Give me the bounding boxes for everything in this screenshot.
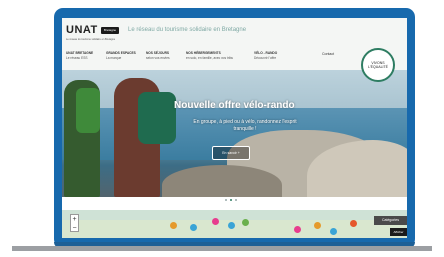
map-marker[interactable] [212, 218, 219, 225]
learn-more-button[interactable]: En savoir + [212, 146, 250, 160]
nav-item-unat-bretagne[interactable]: UNAT BRETAGNE Le réseau ESS [66, 51, 93, 60]
logo-badge: Bretagne [101, 27, 119, 34]
backpack [76, 88, 100, 133]
website-screen: UNAT Bretagne Le réseau du tourisme soli… [62, 18, 407, 238]
laptop-base [12, 246, 432, 251]
backpack [138, 92, 176, 144]
zoom-out-button[interactable]: − [71, 224, 78, 233]
map-marker[interactable] [190, 224, 197, 231]
site-tagline: Le réseau du tourisme solidaire en Breta… [128, 27, 247, 33]
slider-dot[interactable] [235, 199, 237, 201]
hero-banner: Nouvelle offre vélo-rando En groupe, à p… [62, 70, 407, 197]
site-header: UNAT Bretagne Le réseau du tourisme soli… [62, 18, 407, 70]
map-marker[interactable] [242, 219, 249, 226]
afficher-button[interactable]: Afficher [390, 228, 407, 236]
map-marker[interactable] [314, 222, 321, 229]
slider-dot[interactable] [230, 199, 232, 201]
slider-dot[interactable] [225, 199, 227, 201]
nav-item-nos-sejours[interactable]: NOS SÉJOURS selon vos envies [146, 51, 170, 60]
categories-button[interactable]: Catégories [374, 216, 407, 225]
vivons-egalite-stamp: VIVONS L'ÉQUALITÉ [361, 48, 395, 82]
stamp-text: VIVONS L'ÉQUALITÉ [368, 61, 388, 69]
nav-item-velo-rando[interactable]: VÉLO - RANDO Découvrir l'offre [254, 51, 277, 60]
zoom-control: + − [70, 214, 79, 232]
map-marker[interactable] [294, 226, 301, 233]
map-marker[interactable] [330, 228, 337, 235]
main-nav: UNAT BRETAGNE Le réseau ESS GRANDS ESPAC… [66, 51, 366, 65]
map-marker[interactable] [228, 222, 235, 229]
nav-item-grands-espaces[interactable]: GRANDS ESPACES La marque [106, 51, 136, 60]
map-marker[interactable] [350, 220, 357, 227]
hero-subtitle: En groupe, à pied ou à vélo, randonnez l… [193, 119, 297, 132]
slider-dots [225, 199, 245, 203]
site-logo[interactable]: UNAT [66, 24, 98, 36]
nav-item-nos-hebergements[interactable]: NOS HÉBERGEMENTS en solo, en famille, av… [186, 51, 233, 60]
map-marker[interactable] [170, 222, 177, 229]
map-section[interactable]: + − Catégories Afficher [62, 210, 407, 238]
rock [162, 165, 282, 197]
contact-link[interactable]: Contact [322, 52, 334, 56]
logo-subtitle: Le réseau du tourisme solidaire en Breta… [66, 38, 116, 41]
hero-title: Nouvelle offre vélo-rando [174, 100, 295, 111]
zoom-in-button[interactable]: + [71, 215, 78, 224]
